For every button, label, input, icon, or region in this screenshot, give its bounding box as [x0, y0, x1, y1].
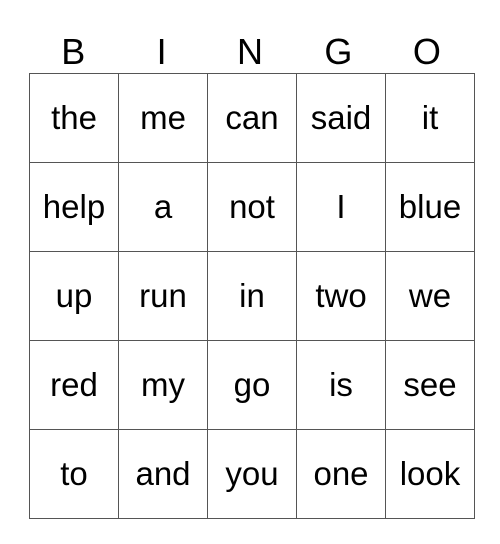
header-letter-i: I: [156, 31, 167, 72]
grid-cell: see: [385, 340, 475, 430]
grid-cell: and: [118, 429, 208, 519]
grid-cell: can: [207, 73, 297, 163]
grid-cell: not: [207, 162, 297, 252]
grid-cell: two: [296, 251, 386, 341]
grid-cell: blue: [385, 162, 475, 252]
header-letter-n: N: [237, 31, 264, 72]
header-letter-o: O: [412, 31, 441, 72]
grid-cell: run: [118, 251, 208, 341]
header-letter-g: G: [324, 31, 353, 72]
grid-row: to and you one look: [29, 429, 475, 519]
grid-row: help a not I blue: [29, 162, 475, 252]
grid-cell: you: [207, 429, 297, 519]
grid-cell: is: [296, 340, 386, 430]
grid-cell: me: [118, 73, 208, 163]
grid-cell: go: [207, 340, 297, 430]
grid-cell: a: [118, 162, 208, 252]
bingo-card-grid: the me can said it help a not I blue up …: [29, 73, 475, 519]
grid-cell: I: [296, 162, 386, 252]
grid-cell: said: [296, 73, 386, 163]
grid-cell: look: [385, 429, 475, 519]
grid-cell: we: [385, 251, 475, 341]
grid-row: red my go is see: [29, 340, 475, 430]
grid-cell: the: [29, 73, 119, 163]
grid-cell: in: [207, 251, 297, 341]
grid-cell: help: [29, 162, 119, 252]
grid-cell: up: [29, 251, 119, 341]
grid-cell: one: [296, 429, 386, 519]
grid-cell: red: [29, 340, 119, 430]
bingo-header: B I N G O: [29, 30, 471, 74]
grid-row: up run in two we: [29, 251, 475, 341]
grid-row: the me can said it: [29, 73, 475, 163]
grid-cell: to: [29, 429, 119, 519]
grid-cell: it: [385, 73, 475, 163]
grid-cell: my: [118, 340, 208, 430]
header-letter-b: B: [61, 31, 86, 72]
